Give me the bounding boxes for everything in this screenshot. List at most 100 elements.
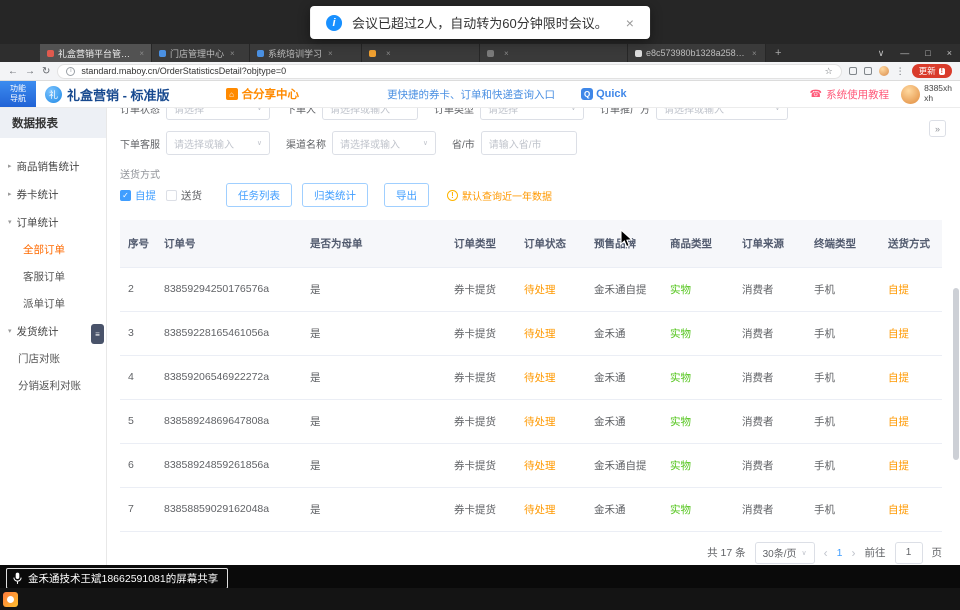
goto-page-input[interactable]: 1 [895, 542, 923, 564]
cell-order_status: 待处理 [516, 311, 586, 355]
page-size-select[interactable]: 30条/页 ∨ [755, 542, 815, 564]
cell-delivery_method: 自提 [880, 443, 942, 487]
order-promoter-select[interactable]: 请选择或输入 ∨ [656, 108, 788, 120]
extension-icon[interactable] [864, 67, 872, 75]
tab-close-icon[interactable]: × [230, 49, 235, 58]
checkbox-self-pickup[interactable]: ✓ 自提 [120, 188, 156, 203]
sidebar-item-rebate-reconciliation[interactable]: 分销返利对账 [0, 372, 106, 399]
cell-product_type[interactable]: 实物 [662, 355, 734, 399]
tab-close-icon[interactable]: × [139, 49, 144, 58]
cell-product_type[interactable]: 实物 [662, 267, 734, 311]
quick-search-link[interactable]: Q Quick [581, 88, 627, 100]
system-tutorial-link[interactable]: ☎ 系统使用教程 [810, 87, 889, 102]
column-header: 订单类型 [446, 220, 516, 267]
orders-table-head-row: 序号订单号是否为母单订单类型订单状态预售品牌商品类型订单来源终端类型送货方式 [120, 220, 942, 267]
channel-name-select[interactable]: 请选择或输入 ∨ [332, 131, 436, 155]
orderer-input[interactable]: 请选择或输入 [322, 108, 418, 120]
browser-update-button[interactable]: 更新 ! [912, 64, 952, 78]
browser-tab[interactable]: × [480, 44, 628, 62]
checkbox-delivery[interactable]: 送货 [166, 188, 202, 203]
back-icon[interactable]: ← [8, 66, 18, 77]
browser-tab[interactable]: 系统培训学习 × [250, 44, 362, 62]
cell-delivery_method: 自提 [880, 487, 942, 531]
prev-page-button[interactable]: ‹ [824, 546, 828, 560]
close-window-button[interactable]: × [939, 48, 960, 58]
function-nav-button[interactable]: 功能 导航 [0, 81, 36, 107]
cell-product_type[interactable]: 实物 [662, 487, 734, 531]
sidebar-item-service-orders[interactable]: 客服订单 [0, 263, 106, 290]
column-header: 终端类型 [806, 220, 880, 267]
minimize-button[interactable]: — [892, 48, 917, 58]
page-info-icon[interactable]: i [66, 67, 75, 76]
toast-close-icon[interactable]: × [626, 15, 634, 31]
cell-order_no: 83859228165461056a [156, 311, 302, 355]
export-button[interactable]: 导出 [384, 183, 429, 207]
filter-row: 下单客服 请选择或输入 ∨ 渠道名称 请选择或输入 ∨ 省/市 [120, 128, 942, 158]
chevron-down-icon: ∨ [571, 108, 576, 112]
tab-search-icon[interactable]: ∨ [870, 48, 893, 59]
cell-presale_brand: 金禾通 [586, 355, 662, 399]
browser-tab[interactable]: e8c573980b1328a258fd2e6 × [628, 44, 766, 62]
sidebar-item-dispatch-orders[interactable]: 派单订单 [0, 290, 106, 317]
tab-close-icon[interactable]: × [752, 49, 757, 58]
cell-order_source: 消费者 [734, 443, 806, 487]
tab-close-icon[interactable]: × [504, 49, 509, 58]
order-status-select[interactable]: 请选择 ∨ [166, 108, 270, 120]
expand-filters-button[interactable]: » [929, 120, 946, 137]
cell-seq: 5 [120, 399, 156, 443]
taskbar-app-icon[interactable] [3, 592, 18, 607]
sidebar-collapse-handle[interactable]: ≡ [91, 324, 104, 344]
table-row: 783858859029162048a是券卡提货待处理金禾通实物消费者手机自提 [120, 487, 942, 531]
browser-tab-bar: 礼盒营销平台管理中心 × 门店管理中心 × 系统培训学习 × × × e8c57… [0, 44, 960, 62]
quick-icon: Q [581, 88, 593, 100]
next-page-button[interactable]: › [852, 546, 856, 560]
sidebar-item-coupon-stats[interactable]: ▸ 券卡统计 [0, 180, 106, 208]
order-type-select[interactable]: 请选择 ∨ [480, 108, 584, 120]
cell-seq: 3 [120, 311, 156, 355]
url-input[interactable]: i standard.maboy.cn/OrderStatisticsDetai… [57, 64, 841, 79]
tab-favicon [369, 50, 376, 57]
task-list-button[interactable]: 任务列表 [226, 183, 292, 207]
cell-product_type[interactable]: 实物 [662, 311, 734, 355]
extension-icon[interactable] [849, 67, 857, 75]
column-header: 送货方式 [880, 220, 942, 267]
url-text: standard.maboy.cn/OrderStatisticsDetail?… [81, 66, 286, 76]
sidebar-item-store-reconciliation[interactable]: 门店对账 [0, 345, 106, 372]
column-header: 订单状态 [516, 220, 586, 267]
chevron-down-icon: ∨ [775, 108, 780, 112]
browser-tab[interactable]: 门店管理中心 × [152, 44, 250, 62]
new-tab-button[interactable]: + [766, 44, 790, 62]
chevron-down-icon: ∨ [257, 108, 262, 112]
chevron-down-icon: ∨ [257, 139, 262, 147]
browser-tab-active[interactable]: 礼盒营销平台管理中心 × [40, 44, 152, 62]
bookmark-star-icon[interactable]: ☆ [825, 66, 833, 77]
cell-order_type: 券卡提货 [446, 399, 516, 443]
refresh-icon[interactable]: ↻ [42, 66, 50, 77]
classify-stats-button[interactable]: 归类统计 [302, 183, 368, 207]
order-agent-select[interactable]: 请选择或输入 ∨ [166, 131, 270, 155]
sidebar-section-title: 数据报表 [0, 108, 106, 138]
cell-is_parent: 是 [302, 311, 446, 355]
top-strip: i 会议已超过2人，自动转为60分钟限时会议。 × [0, 0, 960, 44]
maximize-button[interactable]: □ [917, 48, 938, 58]
cell-product_type[interactable]: 实物 [662, 443, 734, 487]
current-page[interactable]: 1 [837, 547, 843, 559]
tab-close-icon[interactable]: × [328, 49, 333, 58]
avatar[interactable] [901, 85, 920, 104]
browser-menu-icon[interactable]: ⋮ [896, 66, 905, 77]
cell-product_type[interactable]: 实物 [662, 399, 734, 443]
profile-icon[interactable] [879, 66, 889, 76]
share-center-link[interactable]: ⌂ 合分享中心 [226, 86, 300, 102]
cell-order_status: 待处理 [516, 443, 586, 487]
vertical-scrollbar-thumb[interactable] [953, 288, 959, 460]
column-header: 商品类型 [662, 220, 734, 267]
sidebar-item-all-orders[interactable]: 全部订单 [0, 236, 106, 263]
cell-order_type: 券卡提货 [446, 487, 516, 531]
sidebar-item-order-stats[interactable]: ▾ 订单统计 [0, 208, 106, 236]
sidebar-item-product-sales-stats[interactable]: ▸ 商品销售统计 [0, 152, 106, 180]
browser-tab[interactable]: × [362, 44, 480, 62]
app-header: 功能 导航 礼 礼盒营销 - 标准版 ⌂ 合分享中心 更快捷的券卡、订单和快递查… [0, 81, 960, 108]
province-city-input[interactable]: 请输入省/市 [481, 131, 577, 155]
forward-icon[interactable]: → [25, 66, 35, 77]
tab-close-icon[interactable]: × [386, 49, 391, 58]
